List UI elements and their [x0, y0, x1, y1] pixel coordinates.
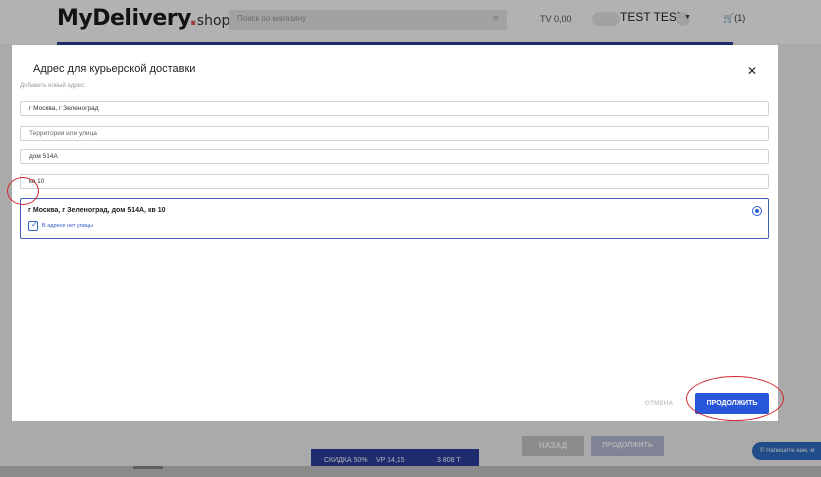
house-field[interactable]: [20, 149, 769, 164]
continue-button[interactable]: ПРОДОЛЖИТЬ: [695, 393, 769, 414]
city-field[interactable]: [20, 101, 769, 116]
add-address-hint: Добавить новый адрес:: [20, 83, 86, 89]
no-street-checkbox[interactable]: ✓: [28, 220, 38, 231]
cancel-button[interactable]: ОТМЕНА: [632, 394, 686, 414]
checkmark-icon: ✓: [31, 220, 38, 229]
close-icon[interactable]: ✕: [747, 65, 757, 77]
delivery-address-modal: Адрес для курьерской доставки ✕ Добавить…: [12, 45, 778, 421]
address-option[interactable]: г Москва, г Зеленоград, дом 514А, кв 10 …: [20, 198, 769, 239]
modal-title: Адрес для курьерской доставки: [33, 63, 196, 75]
no-street-label[interactable]: В адресе нет улицы: [42, 223, 93, 229]
apartment-field[interactable]: [20, 174, 769, 189]
address-radio[interactable]: [752, 206, 762, 216]
address-summary: г Москва, г Зеленоград, дом 514А, кв 10: [28, 207, 166, 214]
street-field[interactable]: [20, 126, 769, 141]
radio-dot: [755, 209, 759, 213]
